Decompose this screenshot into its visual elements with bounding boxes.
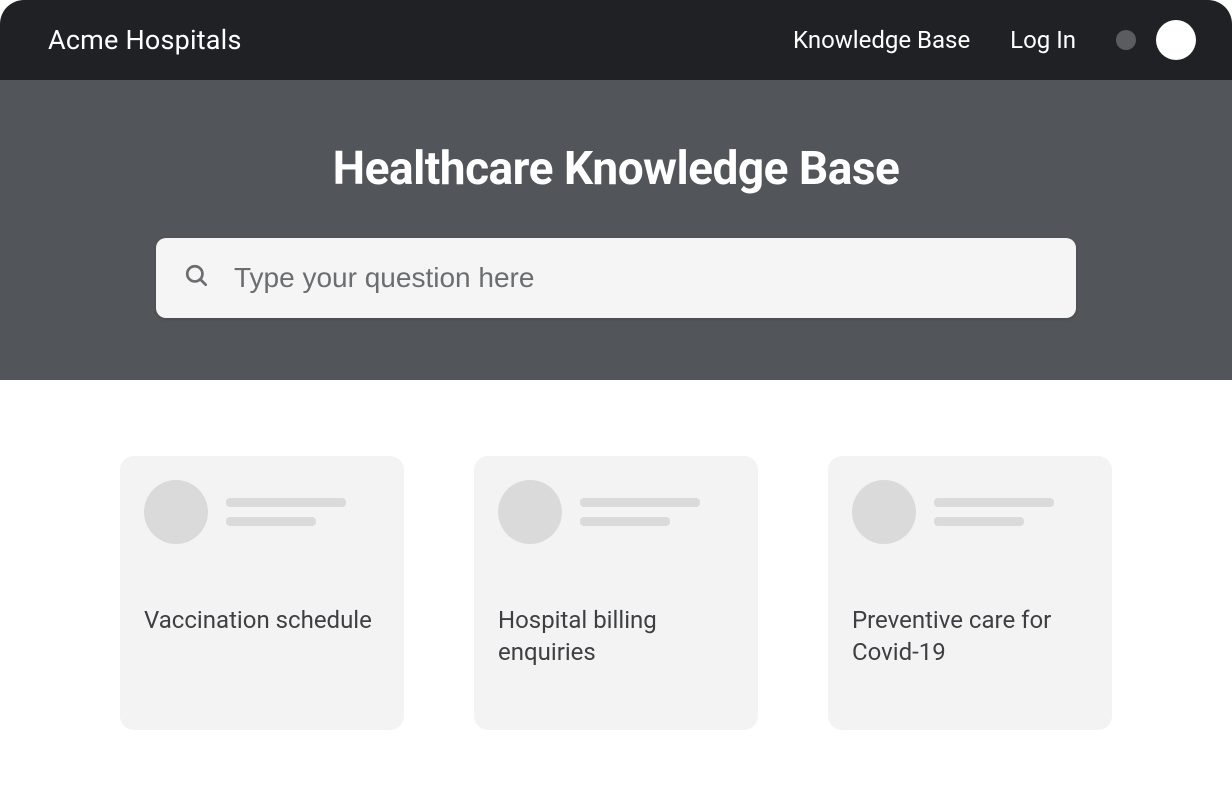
card-title: Hospital billing enquiries	[498, 604, 734, 669]
avatar[interactable]	[1156, 20, 1196, 60]
card-header	[852, 480, 1088, 544]
card-avatar-placeholder-icon	[852, 480, 916, 544]
brand-title: Acme Hospitals	[48, 24, 242, 56]
card-preventive-care-covid[interactable]: Preventive care for Covid-19	[828, 456, 1112, 730]
header: Acme Hospitals Knowledge Base Log In	[0, 0, 1232, 80]
card-vaccination-schedule[interactable]: Vaccination schedule	[120, 456, 404, 730]
search-input[interactable]	[234, 262, 1048, 294]
card-avatar-placeholder-icon	[144, 480, 208, 544]
card-title: Preventive care for Covid-19	[852, 604, 1088, 669]
search-container	[156, 238, 1076, 318]
placeholder-line-icon	[226, 517, 316, 526]
card-text-placeholder	[580, 498, 700, 526]
nav-log-in[interactable]: Log In	[1010, 26, 1076, 54]
cards-section: Vaccination schedule Hospital billing en…	[0, 380, 1232, 730]
card-avatar-placeholder-icon	[498, 480, 562, 544]
card-title: Vaccination schedule	[144, 604, 380, 636]
card-header	[144, 480, 380, 544]
placeholder-line-icon	[580, 498, 700, 507]
placeholder-line-icon	[580, 517, 670, 526]
header-icons	[1116, 20, 1196, 60]
nav-knowledge-base[interactable]: Knowledge Base	[793, 26, 970, 54]
card-text-placeholder	[934, 498, 1054, 526]
header-right: Knowledge Base Log In	[793, 20, 1196, 60]
hero-title: Healthcare Knowledge Base	[333, 142, 900, 196]
placeholder-line-icon	[934, 517, 1024, 526]
status-dot-icon	[1116, 30, 1136, 50]
page-container: Acme Hospitals Knowledge Base Log In Hea…	[0, 0, 1232, 812]
search-icon	[184, 263, 210, 293]
card-text-placeholder	[226, 498, 346, 526]
card-header	[498, 480, 734, 544]
card-hospital-billing[interactable]: Hospital billing enquiries	[474, 456, 758, 730]
hero-section: Healthcare Knowledge Base	[0, 80, 1232, 380]
placeholder-line-icon	[934, 498, 1054, 507]
placeholder-line-icon	[226, 498, 346, 507]
